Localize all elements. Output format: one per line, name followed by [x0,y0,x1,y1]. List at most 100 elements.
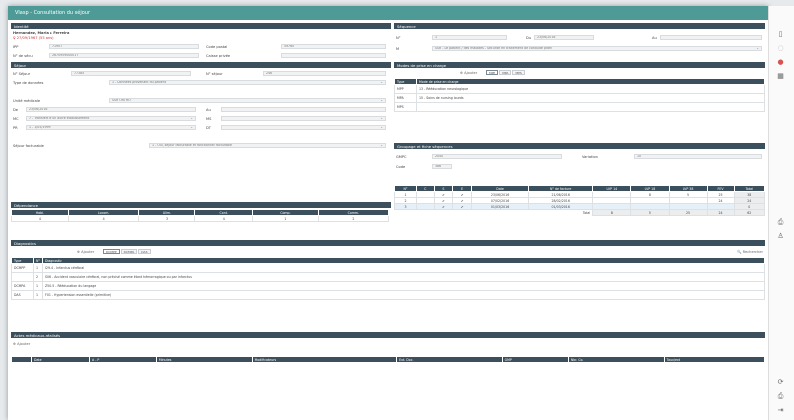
type-label: Type de données [13,81,44,85]
modes-row-mode[interactable]: 13 - Rééducation neurologique [416,84,765,94]
modes-tabs: MPP MPA MPS [486,70,525,75]
unite-select[interactable]: SSR ORTHO ⌄ [109,98,386,103]
diag-text: F01 - Hypertension essentielle (primitiv… [41,290,766,300]
dep-value[interactable]: 1 [252,215,319,222]
chevron-down-icon: ⌄ [756,46,759,50]
total-cell: 25 [668,209,708,216]
mj-select[interactable]: 1 - Oui, séjour facturable et fonctionne… [149,143,386,148]
modes-row-mode[interactable]: 15 - Soins de nursing lourds [416,93,765,103]
csarr-col [11,356,32,363]
tab-mpp[interactable]: MPP [486,70,499,75]
nsej-label: N° séjour [206,72,223,76]
table-row[interactable]: 2 S06 - Accident vasculaire cérébral, non… [11,272,766,282]
seq-n-field[interactable]: 1 [432,35,507,40]
dep-value[interactable]: 2 [317,215,390,222]
dt-label: DT [206,126,211,130]
nsejour-field[interactable]: 77385 [71,71,191,76]
code-field[interactable]: 386 [432,164,452,169]
mc-select[interactable]: 7 - Transfert d'un autre établissement ⌄ [26,116,196,121]
groupage-header: Groupage et fiche séquences [394,143,765,149]
modes-row-type[interactable]: MPS [394,102,417,112]
diag-add-button[interactable]: ⊕ Ajouter [77,250,94,254]
cp-field[interactable]: 59760 [281,44,386,49]
diag-type [11,272,34,282]
table-row[interactable]: DAS 1 F01 - Hypertension essentielle (prim… [11,290,766,300]
modes-row-mode[interactable] [416,102,765,112]
mj-value: 1 - Oui, séjour facturable et fonctionne… [152,143,232,147]
mc-label: MC [13,117,19,121]
cp-label: Code postal [206,45,228,49]
sejour-header: Séjour [11,62,391,68]
ns-field[interactable]: 2670959000017 [49,53,199,58]
table-row[interactable]: DCMPP 1 I29.4 - Infarctus cérébral [11,263,766,273]
a-field[interactable] [221,107,386,112]
caisse-field[interactable] [281,53,386,58]
code-label: Code [396,165,406,169]
user-icon[interactable]: ♙ [775,232,786,241]
dependance-table: Habi. Locom. Alim. Cont. Comp. Comm. 443412 [11,209,390,222]
seq-m-select[interactable]: SSR - Le patient / des malades - Sécurit… [432,46,762,51]
csarr-col: Date [31,356,90,363]
diag-tabs: DCMPP DCMPA DAS [103,249,151,254]
dep-value[interactable]: 3 [138,215,196,222]
seq-au-field[interactable] [660,35,762,40]
diagnostics-section: Diagnostics ⊕ Ajouter DCMPP DCMPA DAS 🔍 … [11,240,766,330]
tab-dcmpa[interactable]: DCMPA [120,249,138,254]
ipp-field[interactable]: 71907 [49,44,199,49]
table-row[interactable]: DCMPA 1 Z50.5 - Rééducation du langage [11,281,766,291]
nsej-field[interactable]: 246 [263,71,386,76]
diag-n: 2 [33,272,43,282]
seq-du-field[interactable]: 23/06/2016 [534,35,594,40]
circle-icon[interactable]: ○ [775,44,786,53]
tab-mps[interactable]: MPS [512,70,525,75]
sequence-header: Séquence [394,23,765,29]
ms-label: MS [206,117,212,121]
dep-value[interactable]: 4 [194,215,254,222]
modes-row-type[interactable]: MPA [394,93,417,103]
tab-mpa[interactable]: MPA [499,70,512,75]
total-label: Total [582,210,591,215]
type-select[interactable]: 1 - Données provenant du patient ⌄ [109,80,386,85]
calculator-icon[interactable]: ▦ [775,72,786,81]
csarr-add-button[interactable]: ⊕ Ajouter [13,342,30,346]
tab-dcmpp[interactable]: DCMPP [103,249,120,254]
nsejour-label: N° Séjour [13,72,31,76]
actes-table: N° C S E Date N° de facture LVP 14 LVP 18 LVP 38… [394,185,766,216]
ms-select[interactable]: ⌄ [221,116,386,121]
csarr-col: Taux/ext [663,356,766,363]
chrome-icon[interactable]: ● [775,58,786,67]
refresh-icon[interactable]: ⟳ [775,378,786,387]
file-icon[interactable]: ▯ [775,30,786,39]
print-icon[interactable]: ⎙ [775,392,786,401]
sejour-section: Séjour N° Séjour 77385 N° séjour 246 Typ… [11,62,391,202]
pr-select[interactable]: 1 - 1/05/1999 ⌄ [26,125,196,130]
exit-icon[interactable]: ⇥ [775,406,786,415]
modes-header: Modes de prise en charge [394,62,765,68]
variation-field[interactable]: 10 [634,154,762,159]
diag-type: DAS [11,290,34,300]
diag-type: DCMPP [11,263,34,273]
printer-icon[interactable]: ⎙ [775,218,786,227]
modes-add-button[interactable]: ⊕ Ajouter [460,71,477,75]
gmpc-field[interactable]: 2040 [432,154,562,159]
ipp-label: IPP [13,45,19,49]
a-label: Au [206,108,211,112]
csarr-table: Date A - P Minutes Modificateurs Ext. Doc. GM… [11,356,766,363]
dt-select[interactable]: ⌄ [221,125,386,130]
de-label: De [13,108,18,112]
caisse-label: Caisse privée [206,54,231,58]
diag-search-button[interactable]: 🔍 Rechercher [737,250,763,254]
modes-row-type[interactable]: MPP [394,84,417,94]
chevron-down-icon: ⌄ [190,125,193,129]
modes-table: Type Mode de prise en charge MPP 13 - Rééd… [394,78,765,112]
type-value: 1 - Données provenant du patient [112,80,166,84]
dep-value[interactable]: 4 [67,215,140,222]
dep-value[interactable]: 4 [11,215,69,222]
csarr-section: Actes médicaux-réalisés ⊕ Ajouter Date A … [11,332,766,412]
main-window: Vlasp - Consultation du séjour Identité … [8,6,768,420]
de-field[interactable]: 23/06/2016 [26,107,196,112]
unite-value: SSR ORTHO [112,98,131,102]
csarr-col: Nbr. Co. [567,356,665,363]
tab-das[interactable]: DAS [138,249,151,254]
unite-label: Unité médicale [13,99,41,103]
